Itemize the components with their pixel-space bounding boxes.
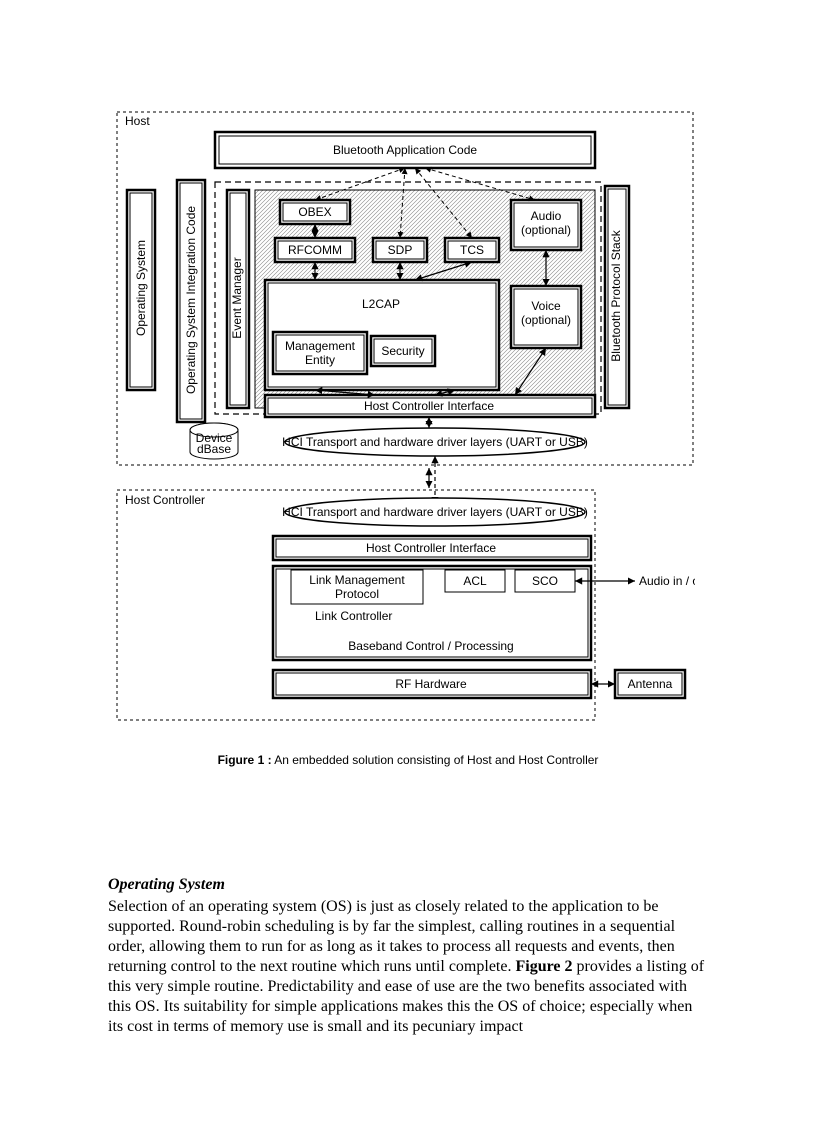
page: Host Operating System Operating System I… [0, 0, 816, 1123]
audio-io-label: Audio in / out [639, 574, 695, 588]
figure-caption: Figure 1 : An embedded solution consisti… [0, 753, 816, 767]
antenna-label: Antenna [628, 677, 673, 691]
section-paragraph: Selection of an operating system (OS) is… [108, 897, 708, 1037]
mgmt-entity-label2: Entity [305, 353, 335, 367]
rfcomm-label: RFCOMM [288, 243, 342, 257]
obex-label: OBEX [298, 205, 331, 219]
voice-label: Voice [531, 299, 561, 313]
hci-controller-label: Host Controller Interface [366, 541, 496, 555]
body-text: Operating System Selection of an operati… [108, 875, 708, 1037]
security-label: Security [381, 344, 424, 358]
mgmt-entity-label1: Management [285, 339, 356, 353]
l2cap-label: L2CAP [362, 297, 400, 311]
link-controller-label: Link Controller [315, 609, 392, 623]
section-heading: Operating System [108, 875, 708, 895]
host-controller-label: Host Controller [125, 493, 205, 507]
acl-label: ACL [463, 574, 487, 588]
os-integration-label: Operating System Integration Code [184, 206, 198, 394]
sdp-label: SDP [388, 243, 413, 257]
hci-transport-host-label: HCI Transport and hardware driver layers… [282, 435, 588, 449]
event-manager-label: Event Manager [230, 257, 244, 338]
audio-label: Audio [531, 209, 562, 223]
bt-app-code-label: Bluetooth Application Code [333, 143, 477, 157]
architecture-diagram: Host Operating System Operating System I… [115, 110, 695, 730]
hci-host-label: Host Controller Interface [364, 399, 494, 413]
sco-label: SCO [532, 574, 558, 588]
figure-caption-bold: Figure 1 : [218, 753, 272, 767]
figure-caption-text: An embedded solution consisting of Host … [272, 753, 599, 767]
tcs-label: TCS [460, 243, 484, 257]
operating-system-label: Operating System [134, 240, 148, 336]
lmp-label2: Protocol [335, 587, 379, 601]
lmp-label1: Link Management [309, 573, 405, 587]
audio-opt-label: (optional) [521, 223, 571, 237]
bt-protocol-stack-label: Bluetooth Protocol Stack [609, 229, 623, 361]
device-dbase-label2: dBase [197, 442, 231, 456]
baseband-label: Baseband Control / Processing [348, 639, 513, 653]
rf-hardware-label: RF Hardware [395, 677, 467, 691]
host-label: Host [125, 114, 150, 128]
hci-transport-controller-label: HCI Transport and hardware driver layers… [282, 505, 588, 519]
voice-opt-label: (optional) [521, 313, 571, 327]
